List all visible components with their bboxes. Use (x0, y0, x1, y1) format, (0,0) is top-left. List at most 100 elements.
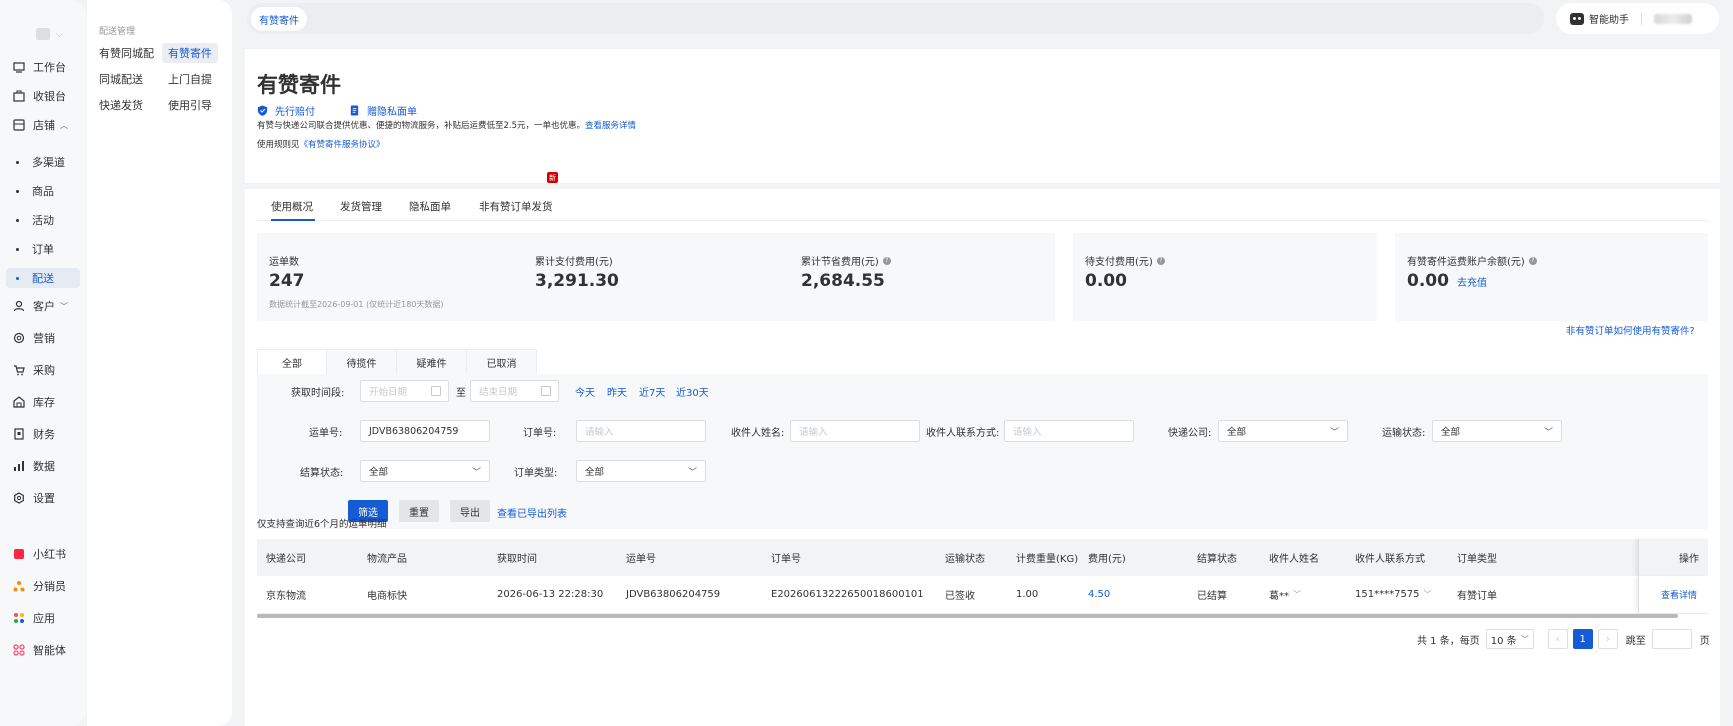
sidebar-item-local-delivery[interactable]: 同城配送 (93, 69, 149, 89)
sidebar-item-pickup[interactable]: 上门自提 (162, 69, 218, 89)
sidebar-item-youzan-shipping[interactable]: 有赞寄件 (162, 43, 218, 63)
help-icon[interactable]: ? (1156, 256, 1165, 265)
tab-shipping-management[interactable]: 发货管理 (340, 199, 382, 214)
sidebar-item-city-delivery[interactable]: 有赞同城配 (93, 43, 160, 63)
apps-icon (12, 611, 26, 625)
nav-data[interactable]: 数据 (12, 456, 55, 476)
end-date-input[interactable]: 结束日期 (470, 380, 559, 402)
col-fee: 费用(元) (1088, 554, 1126, 565)
tab-all[interactable]: 全部 (257, 349, 327, 375)
nav-distributor[interactable]: 分销员 (12, 576, 66, 596)
nav-finance[interactable]: 财务 (12, 424, 55, 444)
col-transport-status: 运输状态 (945, 554, 985, 565)
chevron-down-icon[interactable]: ⌵ (56, 30, 63, 40)
col-time: 获取时间 (497, 554, 537, 565)
eye-toggle-icon[interactable]: ﹀ (1424, 589, 1432, 600)
sub-item-goods[interactable]: 商品 (16, 181, 54, 201)
chevron-down-icon: ﹀ (1329, 428, 1339, 438)
page-size-select[interactable]: 10 条 ﹀ (1485, 629, 1534, 649)
nav-label: 营销 (33, 332, 55, 345)
order-input[interactable]: 请输入 (576, 420, 706, 442)
tab-privacy-waybill[interactable]: 隐私面单 (409, 199, 451, 214)
nav-workbench[interactable]: 工作台 (12, 57, 66, 77)
start-date-input[interactable]: 开始日期 (360, 380, 449, 402)
eye-toggle-icon[interactable]: ﹀ (1293, 589, 1301, 600)
quick-today[interactable]: 今天 (575, 384, 595, 399)
tab-awaiting-pickup[interactable]: 待揽件 (327, 349, 397, 375)
next-page-button[interactable]: › (1597, 629, 1618, 649)
stats-summary: 运单数 247 累计支付费用(元) 3,291.30 累计节省费用(元)? 2,… (257, 233, 1055, 321)
settle-status-select[interactable]: 全部 ﹀ (360, 460, 490, 482)
prev-page-button[interactable]: ‹ (1547, 629, 1568, 649)
tab-non-youzan-orders[interactable]: 非有赞订单发货 (479, 199, 553, 214)
quick-30days[interactable]: 近30天 (676, 384, 709, 399)
reset-button[interactable]: 重置 (399, 500, 439, 522)
tab-youzan-shipping[interactable]: 有赞寄件 (251, 7, 307, 31)
tab-cancelled[interactable]: 已取消 (467, 349, 537, 375)
help-link[interactable]: 非有赞订单如何使用有赞寄件? (1566, 323, 1695, 337)
recipient-name-input[interactable]: 请输入 (790, 420, 920, 442)
nav-label: 智能体 (33, 644, 66, 657)
cashier-icon (12, 89, 26, 103)
help-icon[interactable]: ? (882, 256, 891, 265)
sub-item-multichannel[interactable]: 多渠道 (16, 152, 65, 172)
recharge-link[interactable]: 去充值 (1457, 278, 1487, 289)
nav-settings[interactable]: 设置 (12, 488, 55, 508)
courier-select[interactable]: 全部 ﹀ (1218, 420, 1348, 442)
col-product: 物流产品 (367, 554, 407, 565)
nav-label: 客户 (33, 300, 55, 313)
sub-item-orders[interactable]: 订单 (16, 239, 54, 259)
sidebar-item-guide[interactable]: 使用引导 (162, 95, 218, 115)
exported-list-link[interactable]: 查看已导出列表 (497, 505, 567, 520)
secondary-sidebar: 配送管理 有赞同城配 有赞寄件 同城配送 上门自提 快递发货 使用引导 (87, 0, 232, 726)
nav-label: 采购 (33, 364, 55, 377)
nav-xiaohongshu[interactable]: 小红书 (12, 544, 66, 564)
courier-label: 快递公司: (1168, 428, 1212, 439)
jump-input[interactable] (1651, 629, 1692, 649)
quick-7days[interactable]: 近7天 (639, 384, 665, 399)
horizontal-scrollbar[interactable] (257, 614, 1678, 618)
order-type-label: 订单类型: (514, 468, 558, 479)
service-details-link[interactable]: 查看服务详情 (585, 121, 636, 131)
view-details-link[interactable]: 查看详情 (1661, 576, 1697, 613)
cell-product: 电商标快 (367, 591, 407, 602)
order-type-select[interactable]: 全部 ﹀ (576, 460, 706, 482)
cell-courier: 京东物流 (266, 591, 306, 602)
quick-yesterday[interactable]: 昨天 (607, 384, 627, 399)
calendar-icon (541, 386, 551, 396)
recipient-contact-input[interactable]: 请输入 (1004, 420, 1134, 442)
help-icon[interactable]: ? (1528, 256, 1537, 265)
nav-apps[interactable]: 应用 (12, 608, 55, 628)
nav-customer[interactable]: 客户 ﹀ (12, 296, 68, 316)
cell-waybill: JDVB63806204759 (626, 589, 721, 600)
nav-inventory[interactable]: 库存 (12, 392, 55, 412)
nav-marketing[interactable]: 营销 (12, 328, 55, 348)
agent-icon (12, 643, 26, 657)
page-1-button[interactable]: 1 (1572, 629, 1593, 649)
nav-store[interactable]: 店铺 ︿ (12, 115, 68, 135)
export-button[interactable]: 导出 (450, 500, 490, 522)
nav-agent[interactable]: 智能体 (12, 640, 66, 660)
badge-privacy-waybill: 赠隐私面单 (349, 103, 417, 118)
balance-label: 有赞寄件运费账户余额(元)? (1407, 253, 1537, 268)
cell-settle-status: 已结算 (1197, 591, 1227, 602)
sub-item-delivery[interactable]: 配送 (6, 268, 80, 288)
robot-icon (1570, 12, 1584, 25)
waybill-input[interactable]: JDVB63806204759 (360, 420, 490, 442)
sidebar-item-express[interactable]: 快递发货 (93, 95, 149, 115)
service-agreement-link[interactable]: 《有赞寄件服务协议》 (300, 140, 385, 150)
nav-purchase[interactable]: 采购 (12, 360, 55, 380)
cell-fee-link[interactable]: 4.50 (1088, 576, 1110, 613)
settle-status-label: 结算状态: (300, 468, 344, 479)
fixed-column: 查看详情 (1638, 576, 1708, 613)
tab-overview[interactable]: 使用概况 (271, 199, 313, 214)
shop-logo[interactable] (36, 28, 50, 40)
xiaohongshu-icon (12, 547, 26, 561)
balance-value: 0.00 去充值 (1407, 271, 1487, 291)
assistant-button[interactable]: 智能助手 (1589, 11, 1629, 26)
transport-status-select[interactable]: 全部 ﹀ (1432, 420, 1562, 442)
avatar[interactable] (1654, 13, 1692, 24)
sub-item-activity[interactable]: 活动 (16, 210, 54, 230)
nav-cashier[interactable]: 收银台 (12, 86, 66, 106)
tab-problem[interactable]: 疑难件 (397, 349, 467, 375)
